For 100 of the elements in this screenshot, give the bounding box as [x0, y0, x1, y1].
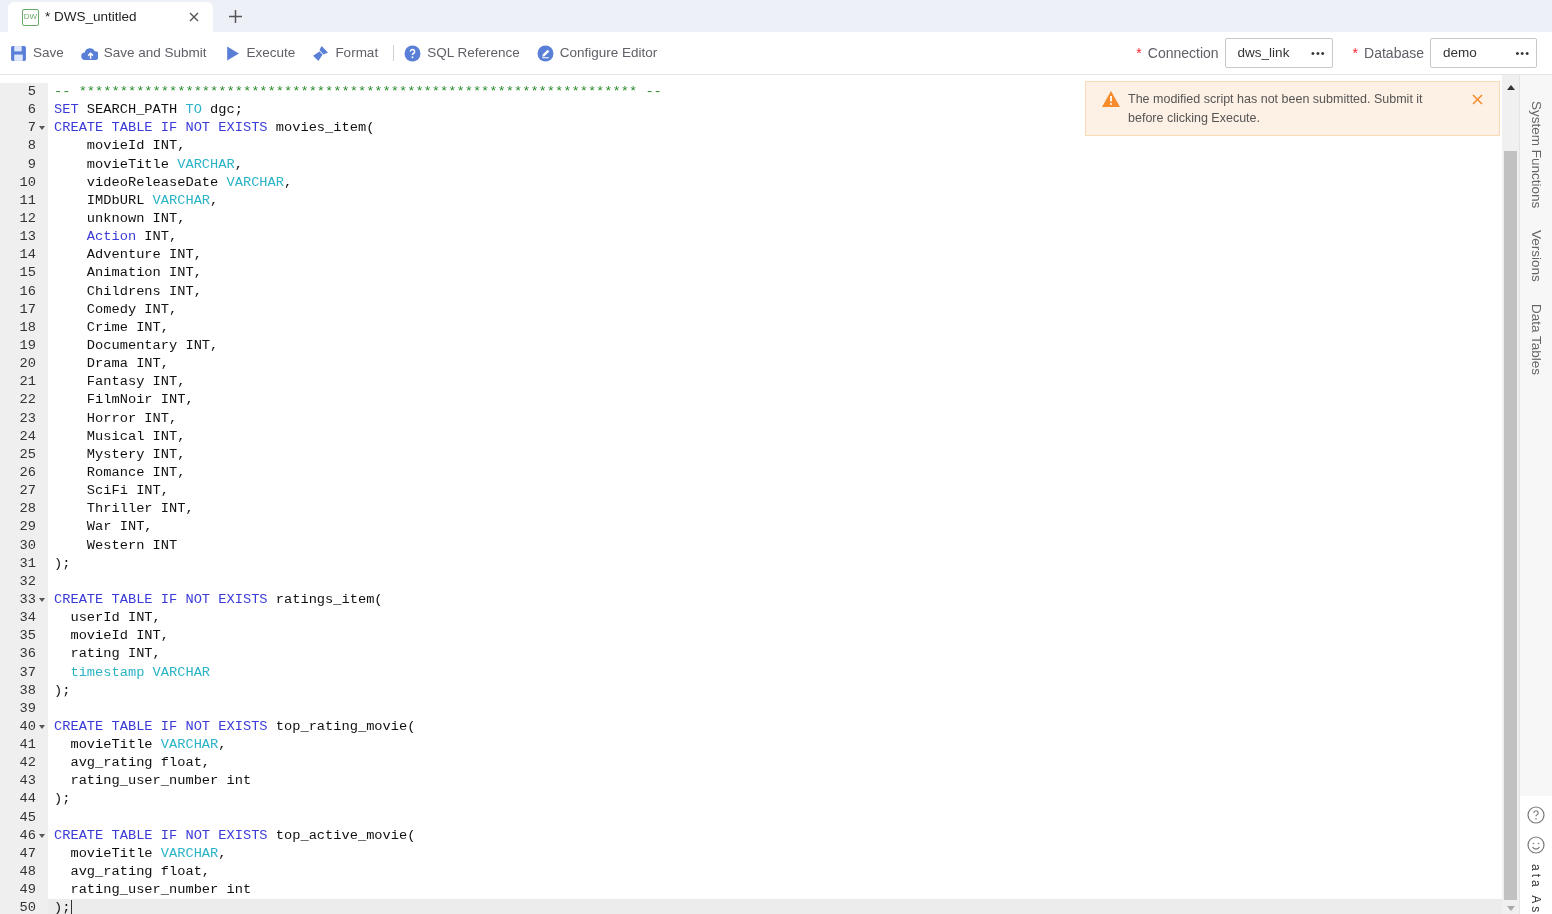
code-line: timestamp VARCHAR [69, 663, 211, 682]
code-line: Mystery INT, [85, 445, 186, 464]
side-tab[interactable]: Data Tables [1525, 304, 1547, 376]
toolbar-button[interactable]: Save and Submit [80, 42, 207, 64]
code-line: movieId INT, [69, 627, 169, 646]
line-number: 46 [19, 826, 36, 845]
line-number: 30 [19, 536, 36, 555]
toolbar-button[interactable]: Configure Editor [536, 42, 658, 64]
line-number: 45 [19, 808, 36, 827]
code-line: movieTitle VARCHAR, [85, 155, 243, 174]
field-label: Connection [1147, 43, 1219, 63]
code-line: IMDbURL VARCHAR, [85, 191, 219, 210]
code-line: avg_rating float, [69, 754, 211, 773]
code-line: CREATE TABLE IF NOT EXISTS top_active_movie( [54, 826, 416, 845]
code-line: CREATE TABLE IF NOT EXISTS ratings_item( [54, 590, 383, 609]
more-button[interactable]: ••• [1515, 44, 1530, 62]
fold-icon[interactable] [39, 724, 45, 729]
required-mark: * [1352, 43, 1359, 63]
code-line: unknown INT, [85, 210, 186, 228]
more-button[interactable]: ••• [1311, 44, 1326, 62]
line-number: 35 [19, 627, 36, 646]
line-number: 23 [19, 409, 36, 428]
required-mark: * [1136, 43, 1142, 63]
code-line: SciFi INT, [85, 482, 169, 501]
fold-icon[interactable] [39, 833, 45, 838]
code-line: rating_user_number int [69, 881, 252, 900]
toolbar-button[interactable]: SQL Reference [404, 42, 520, 64]
toolbar-button[interactable]: Execute [223, 42, 296, 64]
line-number: 13 [19, 228, 36, 247]
line-number: 18 [19, 318, 36, 337]
line-number: 19 [19, 336, 36, 355]
line-number: 12 [19, 210, 36, 228]
line-number: 40 [19, 717, 36, 736]
line-number: 36 [19, 645, 36, 664]
pencil-circle-icon [536, 44, 554, 62]
scroll-up-icon[interactable] [1506, 85, 1515, 90]
code-line: rating INT, [69, 645, 161, 664]
line-number: 10 [19, 173, 36, 192]
code-line: ); [54, 681, 71, 700]
line-number: 48 [19, 863, 36, 882]
scrollbar[interactable] [1502, 75, 1519, 914]
code-line: Western INT [85, 536, 178, 555]
code-line: -- ******************************************************************** -- [54, 83, 662, 101]
tab-title: * DWS_untitled [45, 7, 138, 26]
line-number: 50 [19, 899, 36, 914]
code-line: FilmNoir INT, [85, 391, 194, 410]
line-number: 9 [27, 155, 36, 174]
toolbar-button[interactable]: Save [10, 42, 64, 64]
scrollbar-thumb[interactable] [1504, 151, 1517, 900]
fold-icon[interactable] [39, 126, 45, 131]
side-tab[interactable]: Versions [1525, 230, 1547, 283]
line-number: 22 [19, 391, 36, 410]
help-icon[interactable] [1527, 806, 1545, 824]
code-line: avg_rating float, [69, 863, 211, 882]
code-line: Thriller INT, [85, 500, 194, 519]
line-number: 33 [19, 590, 36, 609]
select-field[interactable]: dws_link ••• [1224, 38, 1333, 68]
line-number: 14 [19, 246, 36, 265]
code-line: Documentary INT, [85, 336, 219, 355]
code-line: Drama INT, [85, 355, 169, 374]
line-number: 32 [19, 572, 36, 591]
line-number: 42 [19, 754, 36, 773]
text-cursor [71, 900, 73, 914]
warning-icon [1102, 91, 1120, 107]
side-tab[interactable]: System Functions [1525, 101, 1547, 209]
line-number: 11 [19, 191, 36, 210]
fold-icon[interactable] [39, 597, 45, 602]
code-line: userId INT, [69, 609, 161, 628]
line-number: 49 [19, 881, 36, 900]
code-line: movieId INT, [85, 137, 186, 156]
field-label: Database [1364, 43, 1424, 63]
line-number: 31 [19, 554, 36, 573]
line-number: 47 [19, 844, 36, 863]
code-line: ); [54, 899, 71, 914]
line-number: 7 [27, 119, 36, 138]
select-field[interactable]: demo ••• [1430, 38, 1537, 68]
code-line: Musical INT, [85, 427, 186, 446]
code-line: Childrens INT, [85, 282, 202, 301]
line-number: 34 [19, 609, 36, 628]
line-number: 21 [19, 373, 36, 392]
code-line: Animation INT, [85, 264, 202, 283]
line-number: 20 [19, 355, 36, 374]
line-number: 44 [19, 790, 36, 809]
floppy-icon [10, 44, 27, 62]
close-icon[interactable] [189, 12, 199, 22]
code-line: Crime INT, [85, 318, 169, 337]
line-number: 37 [19, 663, 36, 682]
smiley-icon[interactable] [1527, 836, 1545, 854]
code-line: Adventure INT, [85, 246, 202, 265]
editor-tab[interactable]: DW * DWS_untitled [8, 2, 213, 32]
toolbar-button[interactable]: Format [312, 42, 379, 64]
add-tab-icon[interactable] [229, 10, 242, 23]
line-number: 25 [19, 445, 36, 464]
code-line: videoReleaseDate VARCHAR, [85, 173, 293, 192]
line-number: 5 [27, 83, 36, 101]
line-number: 38 [19, 681, 36, 700]
code-line: Horror INT, [85, 409, 178, 428]
code-line: ); [54, 554, 71, 573]
code-line: War INT, [85, 518, 153, 537]
line-number: 26 [19, 463, 36, 482]
